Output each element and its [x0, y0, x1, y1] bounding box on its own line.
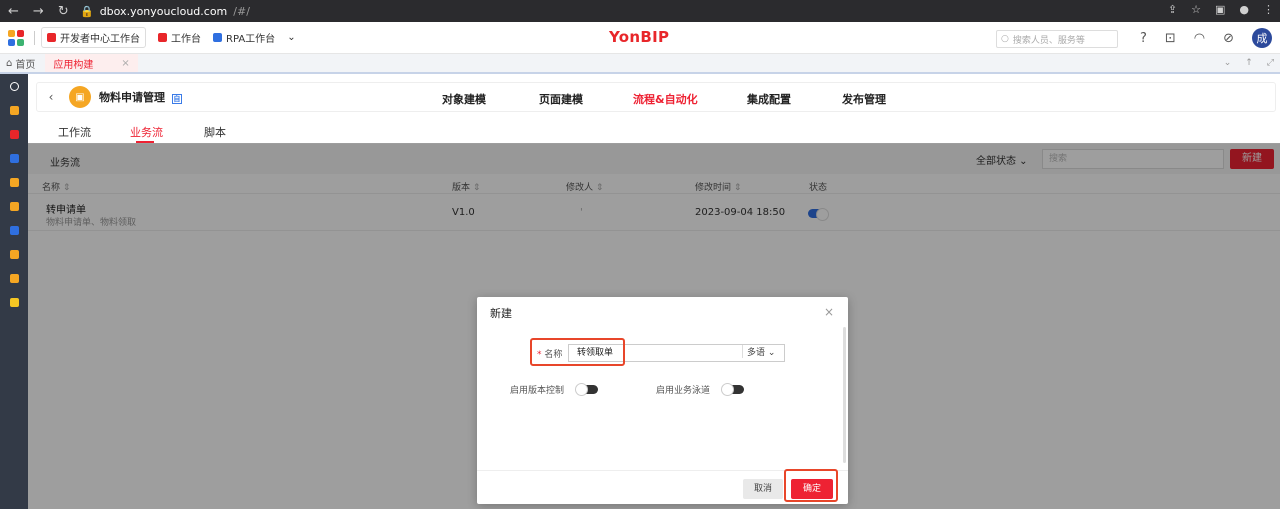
highlight-name-field [530, 338, 625, 366]
bookmark-rpa[interactable]: RPA工作台 [213, 30, 275, 45]
bookmark-dev-center[interactable]: 开发者中心工作台 [41, 27, 146, 48]
tab-app-build-label: 应用构建 [53, 59, 94, 71]
tab-home[interactable]: ⌂ 首页 [0, 56, 41, 71]
sidebar-icon[interactable]: ▣ [1215, 3, 1225, 16]
business-lane-toggle[interactable] [721, 383, 745, 396]
upload-icon[interactable]: ↑ [1245, 58, 1253, 68]
back-arrow-icon[interactable]: ← [8, 4, 19, 19]
business-lane-label: 启用业务泳道 [656, 386, 711, 396]
rail-app-icon[interactable] [0, 266, 28, 290]
nav-tabs: 对象建模 页面建模 流程&自动化 集成配置 发布管理 [37, 83, 1275, 113]
highlight-confirm-button [784, 469, 838, 502]
nav-tab[interactable]: 发布管理 [842, 91, 886, 107]
page-tabstrip: ⌂ 首页 应用构建 × ⌄ ↑ ⤢ [0, 54, 1280, 72]
nav-tab[interactable]: 集成配置 [747, 91, 791, 107]
nav-tab[interactable]: 流程&自动化 [633, 91, 698, 107]
app-topbar: 开发者中心工作台 工作台 RPA工作台 ⌄ YonBIP ○ 搜索人员、服务等 … [0, 22, 1280, 54]
left-rail [0, 74, 28, 509]
help-icon[interactable]: ? [1140, 31, 1147, 46]
theme-icon[interactable]: ⊘ [1223, 31, 1234, 46]
home-icon: ⌂ [6, 57, 13, 69]
rail-app-icon[interactable] [0, 170, 28, 194]
global-search-input[interactable]: ○ 搜索人员、服务等 [996, 30, 1118, 48]
version-control-label: 启用版本控制 [510, 386, 565, 396]
rail-app-icon[interactable] [0, 218, 28, 242]
bookmark-label: 开发者中心工作台 [60, 34, 140, 45]
brand-logo: YonBIP [609, 28, 670, 46]
nav-tab[interactable]: 页面建模 [539, 91, 583, 107]
tabstrip-tools: ⌄ ↑ ⤢ [1224, 58, 1274, 68]
rail-dot-icon [9, 201, 19, 211]
app-grid-icon[interactable] [8, 29, 28, 46]
top-icons: ? ⊡ ◠ ⊘ 成 [1140, 28, 1272, 48]
rail-dot-icon [9, 249, 19, 259]
bookmark-icon [47, 33, 56, 42]
menu-icon[interactable]: ⋮ [1263, 3, 1274, 16]
bookmark-label: 工作台 [171, 34, 201, 45]
profile-icon[interactable]: ● [1239, 3, 1249, 16]
business-lane-row: 启用业务泳道 [656, 383, 745, 396]
sub-tab[interactable]: 脚本 [204, 124, 226, 140]
sub-tab[interactable]: 工作流 [58, 124, 91, 140]
url-host: dbox.yonyoucloud.com [99, 4, 228, 18]
scrollbar[interactable] [843, 327, 846, 463]
rail-app-icon[interactable] [0, 290, 28, 314]
global-search-placeholder: 搜索人员、服务等 [1012, 35, 1085, 46]
lock-icon: 🔒 [80, 4, 94, 18]
rail-dot-icon [9, 105, 19, 115]
rail-dot-icon [9, 225, 19, 235]
star-icon[interactable]: ☆ [1191, 3, 1201, 16]
rail-dot-icon [9, 297, 19, 307]
chevron-down-icon[interactable]: ⌄ [287, 32, 295, 43]
cancel-button[interactable]: 取消 [743, 479, 783, 499]
divider [34, 30, 35, 45]
close-icon[interactable]: × [824, 305, 834, 319]
expand-icon[interactable]: ⤢ [1267, 58, 1274, 68]
bookmark-workbench[interactable]: 工作台 [158, 30, 201, 45]
forward-arrow-icon[interactable]: → [33, 4, 44, 19]
tab-app-build[interactable]: 应用构建 × [45, 54, 138, 72]
share-icon[interactable]: ⇪ [1168, 3, 1177, 16]
rail-app-icon[interactable] [0, 242, 28, 266]
message-icon[interactable]: ⊡ [1165, 31, 1176, 46]
bookmark-icon [213, 33, 222, 42]
address-bar[interactable]: 🔒 dbox.yonyoucloud.com /#/ [80, 5, 250, 18]
browser-nav: ← → ↻ [0, 4, 80, 19]
version-control-row: 启用版本控制 [510, 383, 599, 396]
bookmark-icon [158, 33, 167, 42]
rail-dot-icon [9, 81, 19, 91]
nav-tab[interactable]: 对象建模 [442, 91, 486, 107]
rail-app-icon[interactable] [0, 146, 28, 170]
dialog-title: 新建 [490, 307, 512, 320]
chevron-down-icon[interactable]: ⌄ [1224, 58, 1232, 68]
rail-app-icon[interactable] [0, 194, 28, 218]
rail-dot-icon [9, 177, 19, 187]
version-control-toggle[interactable] [575, 383, 599, 396]
tab-home-label: 首页 [15, 59, 36, 71]
sub-tab[interactable]: 业务流 [130, 124, 163, 140]
browser-tools: ⇪ ☆ ▣ ● ⋮ [1168, 3, 1274, 16]
language-label: 多语 [747, 348, 766, 358]
search-icon: ○ [1001, 34, 1009, 44]
bookmark-label: RPA工作台 [226, 34, 276, 45]
sub-tabs: 工作流 业务流 脚本 [28, 114, 1280, 144]
browser-bar: ← → ↻ 🔒 dbox.yonyoucloud.com /#/ ⇪ ☆ ▣ ● … [0, 0, 1280, 22]
close-icon[interactable]: × [121, 58, 129, 69]
rail-dot-icon [9, 129, 19, 139]
search-icon[interactable] [0, 74, 28, 98]
url-path: /#/ [233, 4, 250, 18]
page-header: ‹ ▣ 物料申请管理 自 对象建模 页面建模 流程&自动化 集成配置 发布管理 [36, 82, 1276, 112]
rail-app-icon[interactable] [0, 122, 28, 146]
reload-icon[interactable]: ↻ [58, 4, 69, 19]
rail-dot-icon [9, 273, 19, 283]
headset-icon[interactable]: ◠ [1194, 31, 1205, 46]
avatar[interactable]: 成 [1252, 28, 1272, 48]
rail-dot-icon [9, 153, 19, 163]
language-select[interactable]: 多语 ⌄ [742, 345, 775, 358]
rail-app-icon[interactable] [0, 98, 28, 122]
